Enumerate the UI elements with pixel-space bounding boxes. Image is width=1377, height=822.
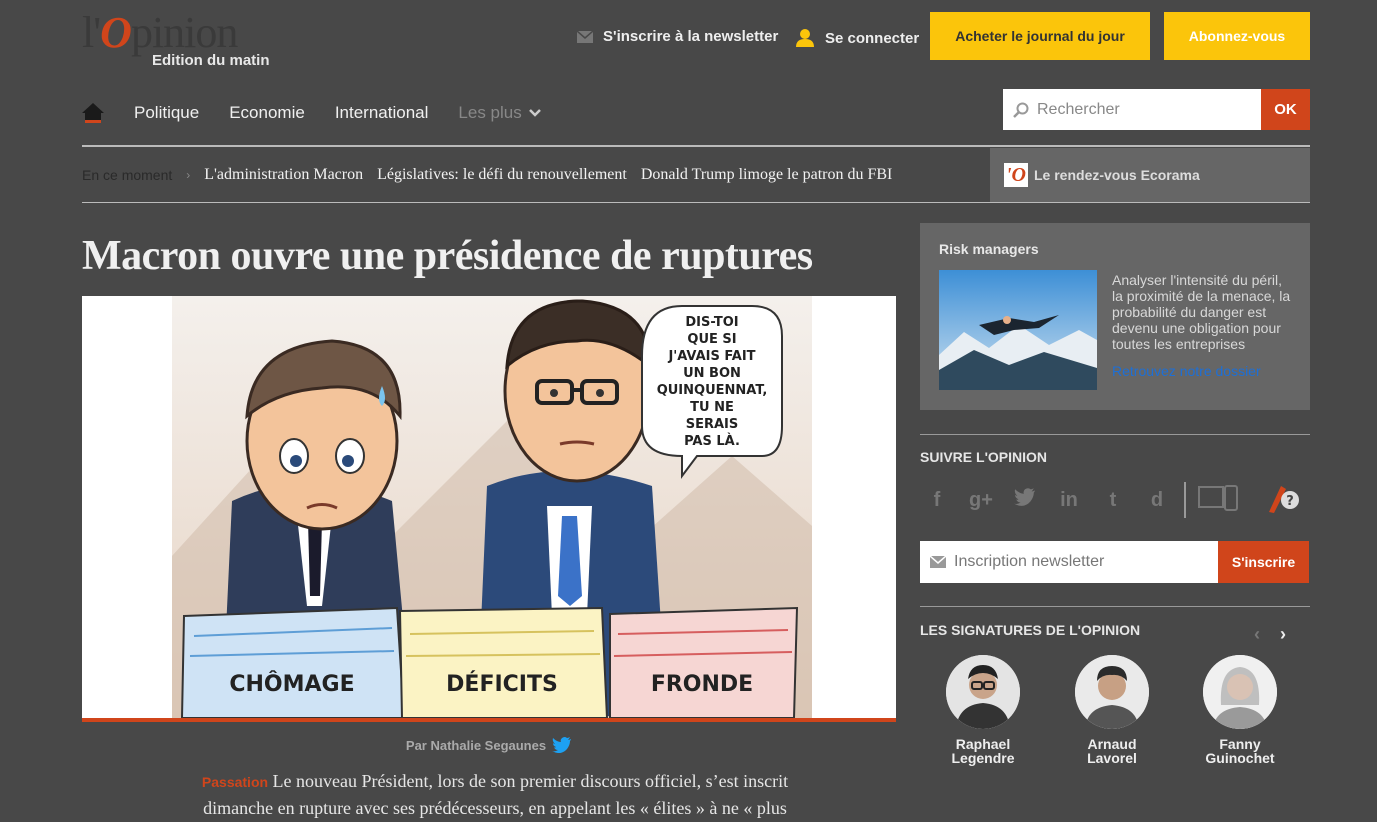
opinion-mini-logo: 'O [1004, 163, 1028, 187]
skydiver-image [939, 270, 1097, 390]
signatures-carousel-controls: ‹ › [1254, 624, 1286, 645]
envelope-icon [577, 30, 593, 43]
ecorama-link[interactable]: 'O Le rendez-vous Ecorama [990, 148, 1310, 202]
risk-managers-promo[interactable]: Risk managers Analyser l'intensité du pé… [920, 223, 1310, 410]
avatar [1203, 655, 1277, 729]
cartoon-illustration: DIS-TOI QUE SI J'AVAIS FAIT UN BON QUINQ… [172, 296, 812, 718]
chevron-left-icon[interactable]: ‹ [1254, 624, 1260, 645]
newsletter-email-input[interactable] [954, 553, 1204, 571]
twitter-icon[interactable] [552, 737, 572, 753]
newsletter-link[interactable]: S'inscrire à la newsletter [577, 28, 778, 45]
ticker-bottom-rule [82, 202, 1310, 203]
ticker-item[interactable]: Donald Trump limoge le patron du FBI [641, 166, 893, 184]
stack-label: DÉFICITS [446, 671, 558, 697]
login-link-label: Se connecter [825, 29, 920, 47]
bubble-line: PAS LÀ. [684, 433, 740, 449]
edition-label: Edition du matin [152, 52, 270, 69]
article-kicker[interactable]: Passation [202, 774, 268, 790]
promo-text: Analyser l'intensité du péril, la proxim… [1112, 272, 1291, 352]
stack-label: CHÔMAGE [229, 671, 354, 697]
bubble-line: QUINQUENNAT, [657, 383, 768, 398]
envelope-icon [930, 556, 946, 568]
avatar [946, 655, 1020, 729]
signature-card[interactable]: Raphael Legendre [938, 655, 1028, 765]
promo-title: Risk managers [939, 241, 1039, 257]
byline-author[interactable]: Par Nathalie Segaunes [406, 738, 546, 753]
article-headline[interactable]: Macron ouvre une présidence de ruptures [82, 232, 912, 280]
ticker-label: En ce moment [82, 167, 173, 183]
ticker-item[interactable]: Législatives: le défi du renouvellement [377, 166, 627, 184]
signature-card[interactable]: Fanny Guinochet [1195, 655, 1285, 765]
signature-name: Fanny Guinochet [1205, 736, 1275, 766]
dailymotion-icon[interactable]: d [1140, 489, 1174, 512]
newsletter-subscribe-button[interactable]: S'inscrire [1218, 541, 1309, 583]
signatures-heading: LES SIGNATURES DE L'OPINION [920, 622, 1141, 638]
google-plus-icon[interactable]: g+ [964, 489, 998, 512]
article-lede: Passation Le nouveau Président, lors de … [165, 768, 825, 821]
ticker-bar: En ce moment › L'administration Macron L… [82, 158, 892, 192]
article-lede-text: Le nouveau Président, lors de son premie… [203, 771, 789, 818]
bubble-line: SERAIS [686, 417, 739, 432]
promo-link[interactable]: Retrouvez notre dossier [1112, 363, 1261, 379]
newsletter-box [920, 541, 1218, 583]
facebook-icon[interactable]: f [920, 489, 954, 512]
linkedin-icon[interactable]: in [1052, 489, 1086, 512]
bubble-line: TU NE [690, 400, 734, 415]
signature-name: Raphael Legendre [951, 736, 1015, 766]
svg-text:?: ? [1286, 494, 1294, 509]
newsletter-link-label: S'inscrire à la newsletter [603, 28, 779, 45]
logo-wordmark: l'Opinion [82, 8, 238, 57]
divider [920, 606, 1310, 607]
follow-heading: SUIVRE L'OPINION [920, 449, 1048, 465]
login-link[interactable]: Se connecter [795, 28, 919, 48]
chevron-right-icon[interactable]: › [1280, 624, 1286, 645]
twitter-icon[interactable] [1008, 488, 1042, 512]
site-logo[interactable]: l'Opinion Edition du matin [82, 8, 282, 70]
bubble-line: DIS-TOI [685, 315, 738, 330]
social-links: f g+ in t d ? [920, 480, 1310, 520]
nav-item-international[interactable]: International [335, 103, 429, 123]
buy-journal-button[interactable]: Acheter le journal du jour [930, 12, 1150, 60]
bubble-line: QUE SI [687, 332, 736, 347]
bubble-line: J'AVAIS FAIT [667, 349, 755, 364]
search-ok-button[interactable]: OK [1261, 89, 1310, 130]
chevron-down-icon [528, 109, 541, 117]
ticker-item[interactable]: L'administration Macron [204, 166, 363, 184]
stack-label: FRONDE [651, 672, 753, 697]
avatar [1075, 655, 1149, 729]
search-input[interactable] [1037, 100, 1247, 119]
home-icon[interactable] [82, 103, 104, 123]
article-cartoon[interactable]: DIS-TOI QUE SI J'AVAIS FAIT UN BON QUINQ… [82, 296, 896, 722]
opinion-app-icon[interactable]: ? [1266, 482, 1302, 519]
ecorama-label: Le rendez-vous Ecorama [1034, 167, 1200, 183]
nav-more-label: Les plus [458, 103, 522, 122]
tumblr-icon[interactable]: t [1096, 489, 1130, 512]
user-icon [796, 29, 814, 47]
devices-icon[interactable] [1198, 484, 1238, 516]
article-byline: Par Nathalie Segaunes [0, 737, 978, 753]
subscribe-button[interactable]: Abonnez-vous [1164, 12, 1310, 60]
divider [920, 434, 1310, 435]
signature-name: Arnaud Lavorel [1087, 736, 1137, 766]
main-nav: Politique Economie International Les plu… [82, 96, 542, 130]
social-divider [1184, 482, 1186, 518]
bubble-line: UN BON [683, 366, 741, 381]
nav-more-dropdown[interactable]: Les plus [458, 103, 541, 123]
ticker-top-rule [82, 145, 1310, 147]
signature-card[interactable]: Arnaud Lavorel [1067, 655, 1157, 765]
search-icon [1013, 102, 1029, 118]
ticker-chevron-icon: › [186, 168, 191, 182]
search-box [1003, 89, 1261, 130]
nav-item-politique[interactable]: Politique [134, 103, 199, 123]
nav-item-economie[interactable]: Economie [229, 103, 305, 123]
